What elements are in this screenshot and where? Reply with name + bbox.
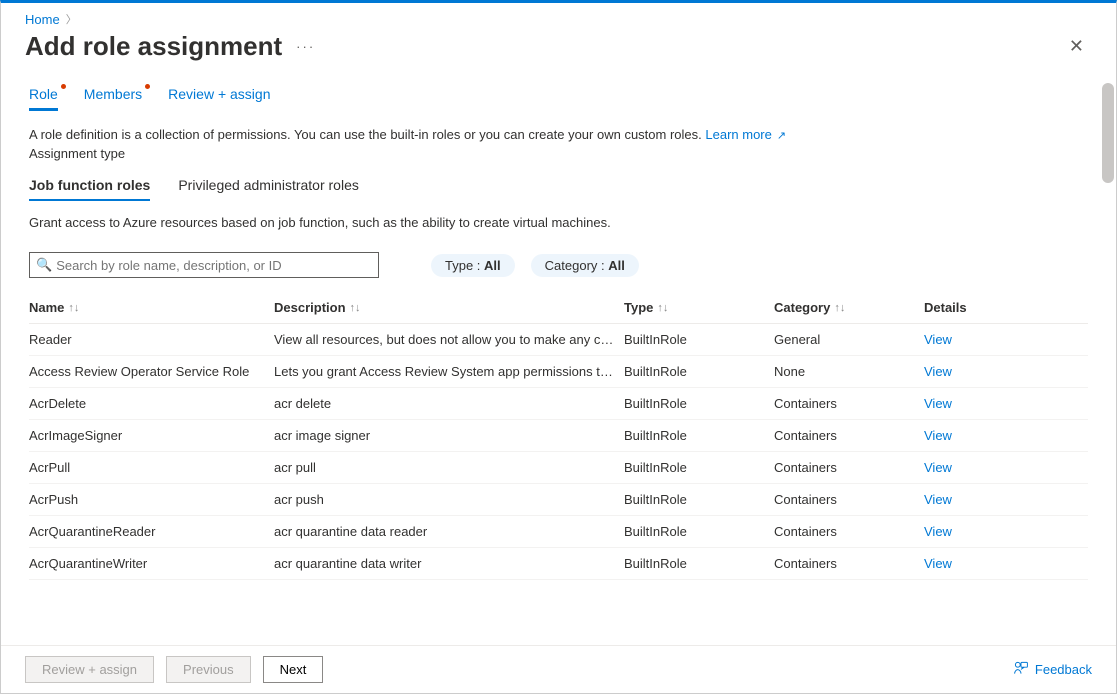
cell-type: BuiltInRole	[624, 524, 774, 539]
vertical-scrollbar[interactable]	[1102, 83, 1114, 183]
assignment-type-tabs: Job function roles Privileged administra…	[1, 171, 1116, 201]
col-name[interactable]: Name↑↓	[29, 300, 274, 315]
review-assign-button: Review + assign	[25, 656, 154, 683]
view-link[interactable]: View	[924, 460, 1044, 475]
search-icon: 🔍	[36, 257, 52, 273]
view-link[interactable]: View	[924, 492, 1044, 507]
page-header: Add role assignment ··· ✕	[1, 27, 1116, 70]
cell-category: None	[774, 364, 924, 379]
subtab-job-function[interactable]: Job function roles	[29, 177, 150, 201]
table-row[interactable]: ReaderView all resources, but does not a…	[29, 324, 1088, 356]
cell-name: AcrQuarantineReader	[29, 524, 274, 539]
search-input-wrapper[interactable]: 🔍	[29, 252, 379, 278]
breadcrumb-home[interactable]: Home	[25, 12, 60, 27]
cell-type: BuiltInRole	[624, 364, 774, 379]
sort-icon: ↑↓	[68, 302, 79, 314]
cell-name: Access Review Operator Service Role	[29, 364, 274, 379]
close-icon[interactable]: ✕	[1061, 32, 1092, 61]
table-row[interactable]: AcrPushacr pushBuiltInRoleContainersView	[29, 484, 1088, 516]
view-link[interactable]: View	[924, 396, 1044, 411]
table-body: ReaderView all resources, but does not a…	[29, 324, 1088, 580]
cell-category: Containers	[774, 396, 924, 411]
subtab-privileged-admin[interactable]: Privileged administrator roles	[178, 177, 359, 201]
cell-type: BuiltInRole	[624, 556, 774, 571]
cell-name: AcrPull	[29, 460, 274, 475]
table-row[interactable]: AcrImageSigneracr image signerBuiltInRol…	[29, 420, 1088, 452]
search-input[interactable]	[56, 258, 372, 273]
cell-name: AcrDelete	[29, 396, 274, 411]
required-dot-icon	[61, 84, 66, 89]
cell-type: BuiltInRole	[624, 460, 774, 475]
cell-category: Containers	[774, 460, 924, 475]
previous-button: Previous	[166, 656, 251, 683]
cell-name: AcrImageSigner	[29, 428, 274, 443]
cell-description: acr pull	[274, 460, 624, 475]
sort-icon: ↑↓	[657, 302, 668, 314]
table-row[interactable]: Access Review Operator Service RoleLets …	[29, 356, 1088, 388]
subtab-description: Grant access to Azure resources based on…	[1, 201, 1116, 230]
cell-description: acr image signer	[274, 428, 624, 443]
table-row[interactable]: AcrQuarantineReaderacr quarantine data r…	[29, 516, 1088, 548]
col-details: Details	[924, 300, 1044, 315]
more-actions-icon[interactable]: ···	[296, 39, 315, 54]
required-dot-icon	[145, 84, 150, 89]
sort-icon: ↑↓	[350, 302, 361, 314]
view-link[interactable]: View	[924, 556, 1044, 571]
filter-type[interactable]: Type : All	[431, 254, 515, 277]
role-description-text: A role definition is a collection of per…	[1, 111, 1116, 142]
cell-category: General	[774, 332, 924, 347]
cell-category: Containers	[774, 556, 924, 571]
cell-description: Lets you grant Access Review System app …	[274, 364, 624, 379]
cell-description: acr push	[274, 492, 624, 507]
cell-description: acr quarantine data writer	[274, 556, 624, 571]
breadcrumb: Home 〉	[1, 3, 1116, 27]
page-title: Add role assignment	[25, 31, 282, 62]
cell-type: BuiltInRole	[624, 396, 774, 411]
filter-category[interactable]: Category : All	[531, 254, 639, 277]
tab-role[interactable]: Role	[29, 86, 58, 111]
col-type[interactable]: Type↑↓	[624, 300, 774, 315]
table-row[interactable]: AcrPullacr pullBuiltInRoleContainersView	[29, 452, 1088, 484]
tab-review[interactable]: Review + assign	[168, 86, 270, 111]
cell-name: Reader	[29, 332, 274, 347]
person-feedback-icon	[1013, 660, 1029, 679]
roles-table: Name↑↓ Description↑↓ Type↑↓ Category↑↓ D…	[1, 286, 1116, 580]
cell-description: acr quarantine data reader	[274, 524, 624, 539]
table-row[interactable]: AcrQuarantineWriteracr quarantine data w…	[29, 548, 1088, 580]
tab-label: Review + assign	[168, 86, 270, 102]
tab-label: Role	[29, 86, 58, 102]
cell-type: BuiltInRole	[624, 428, 774, 443]
view-link[interactable]: View	[924, 364, 1044, 379]
sort-icon: ↑↓	[834, 302, 845, 314]
cell-description: View all resources, but does not allow y…	[274, 332, 624, 347]
cell-description: acr delete	[274, 396, 624, 411]
table-header: Name↑↓ Description↑↓ Type↑↓ Category↑↓ D…	[29, 292, 1088, 324]
wizard-footer: Review + assign Previous Next Feedback	[1, 645, 1116, 693]
view-link[interactable]: View	[924, 524, 1044, 539]
cell-name: AcrQuarantineWriter	[29, 556, 274, 571]
chevron-right-icon: 〉	[66, 11, 77, 27]
cell-type: BuiltInRole	[624, 492, 774, 507]
cell-category: Containers	[774, 428, 924, 443]
cell-name: AcrPush	[29, 492, 274, 507]
view-link[interactable]: View	[924, 332, 1044, 347]
cell-type: BuiltInRole	[624, 332, 774, 347]
cell-category: Containers	[774, 524, 924, 539]
external-link-icon: ↗	[774, 130, 786, 142]
feedback-link[interactable]: Feedback	[1013, 660, 1092, 679]
col-category[interactable]: Category↑↓	[774, 300, 924, 315]
cell-category: Containers	[774, 492, 924, 507]
filter-bar: 🔍 Type : All Category : All	[1, 230, 1116, 286]
next-button[interactable]: Next	[263, 656, 324, 683]
wizard-tabs: Role Members Review + assign	[1, 70, 1116, 111]
col-description[interactable]: Description↑↓	[274, 300, 624, 315]
view-link[interactable]: View	[924, 428, 1044, 443]
tab-members[interactable]: Members	[84, 86, 142, 111]
assignment-type-label: Assignment type	[1, 142, 1116, 171]
learn-more-link[interactable]: Learn more ↗	[705, 127, 786, 142]
tab-label: Members	[84, 86, 142, 102]
table-row[interactable]: AcrDeleteacr deleteBuiltInRoleContainers…	[29, 388, 1088, 420]
